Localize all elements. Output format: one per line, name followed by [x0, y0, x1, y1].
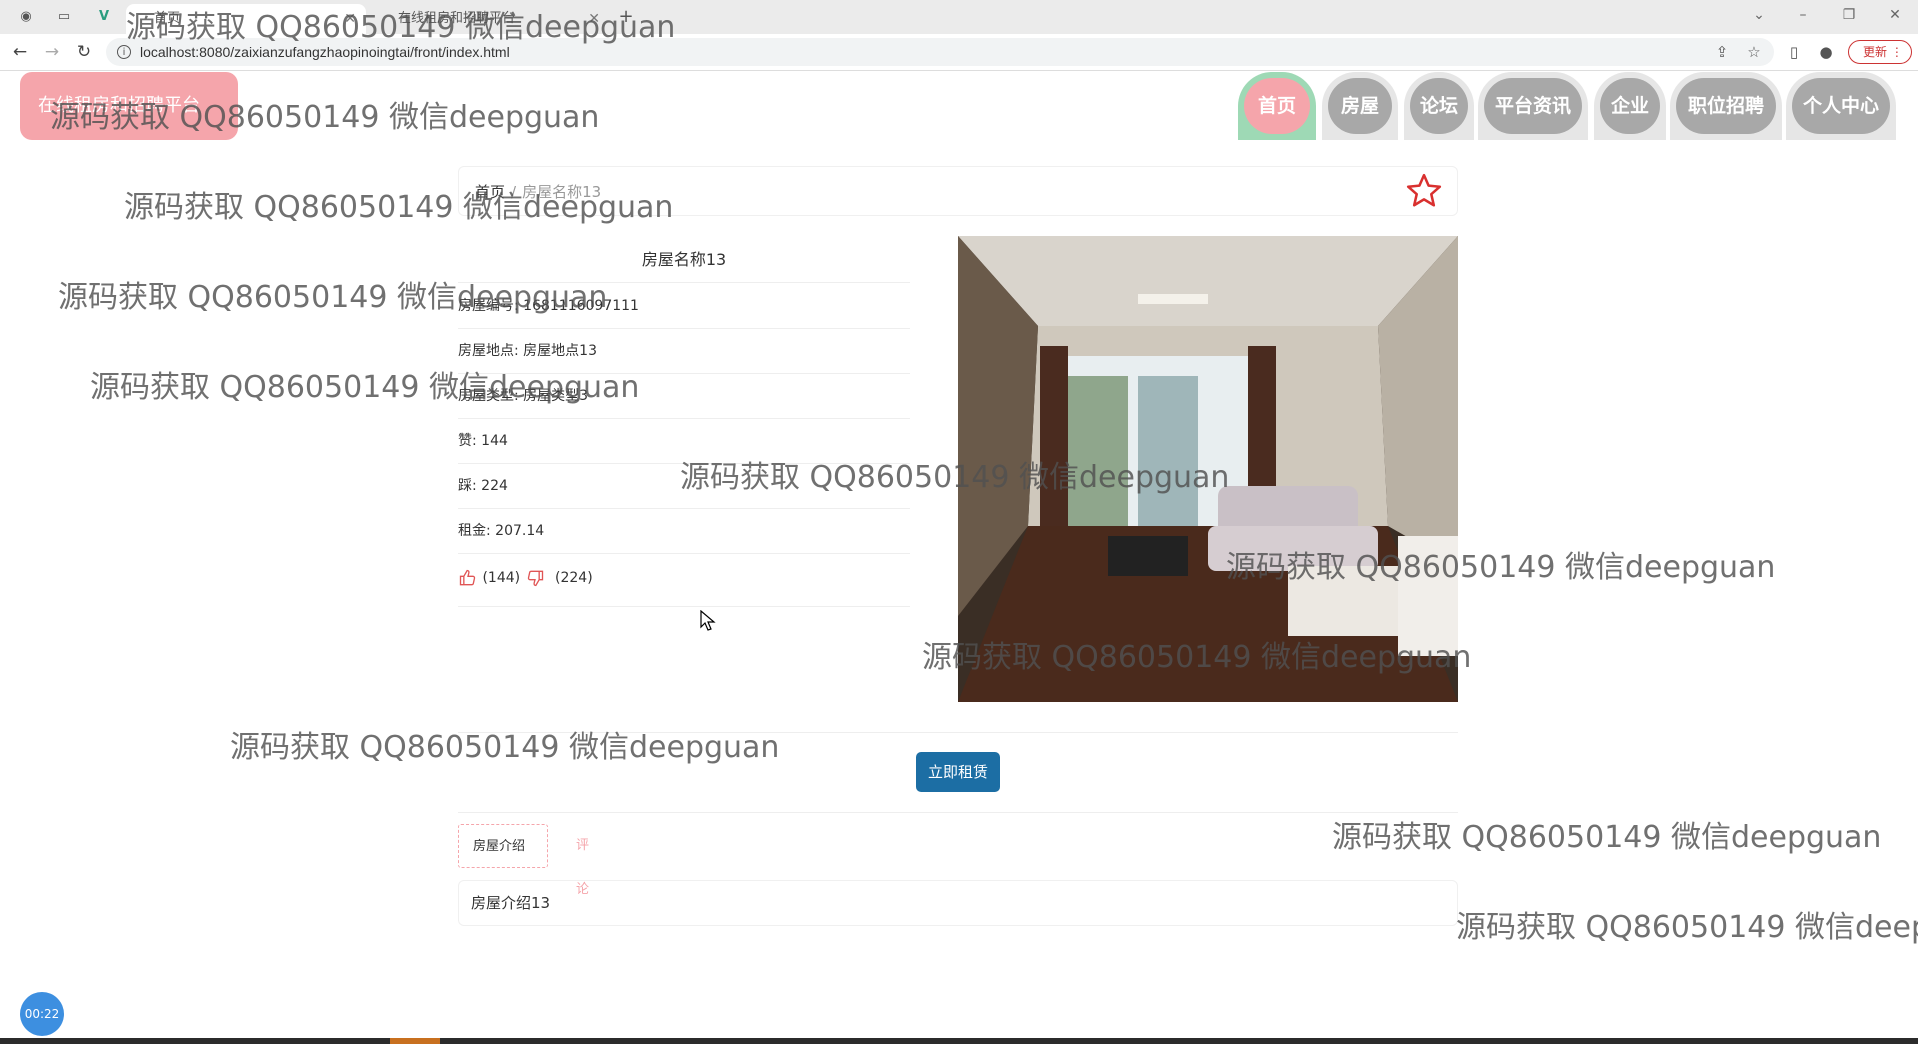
mouse-cursor-icon — [700, 610, 716, 631]
nav-companies[interactable]: 企业 — [1594, 72, 1666, 140]
restore-icon[interactable]: ❐ — [1826, 0, 1872, 30]
watermark: 源码获取 QQ86050149 微信deepguan — [1456, 910, 1918, 945]
house-location: 房屋地点: 房屋地点13 — [458, 329, 910, 374]
profile-icon[interactable]: ● — [1816, 42, 1836, 62]
forward-icon[interactable]: → — [40, 40, 64, 64]
house-photo — [958, 236, 1458, 702]
favorite-star-icon[interactable] — [1405, 172, 1443, 210]
vue-favicon-icon: V — [98, 9, 110, 24]
house-type: 房屋类型: 房屋类型3 — [458, 374, 910, 419]
nav-user-center[interactable]: 个人中心 — [1786, 72, 1896, 140]
site-logo[interactable]: 在线租房和招聘平台 — [20, 72, 238, 140]
tab-search-icon[interactable]: ⌄ — [1736, 0, 1782, 30]
watermark: 源码获取 QQ86050149 微信deepguan — [230, 730, 780, 765]
house-title: 房屋名称13 — [458, 238, 910, 283]
nav-label: 房屋 — [1328, 78, 1392, 134]
tab-label: 首页 — [154, 11, 181, 26]
nav-label: 企业 — [1600, 78, 1660, 134]
logo-text: 在线租房和招聘平台 — [38, 95, 200, 116]
dislike-count: 踩: 224 — [458, 464, 910, 509]
browser-tab-home[interactable]: 首页 ✕ — [126, 4, 366, 34]
breadcrumb-trail: 首页 / 房屋名称13 — [475, 167, 601, 217]
update-label: 更新 — [1863, 45, 1888, 59]
bookmark-star-icon[interactable]: ☆ — [1744, 42, 1764, 62]
dislikes-value: (224) — [555, 570, 593, 586]
url-text: localhost:8080/zaixianzufangzhaopinoingt… — [140, 44, 510, 60]
close-icon[interactable]: ✕ — [344, 4, 356, 34]
nav-news[interactable]: 平台资讯 — [1478, 72, 1588, 140]
site-info-icon[interactable]: i — [117, 45, 131, 59]
nav-label: 论坛 — [1410, 78, 1468, 134]
section-divider — [458, 732, 1458, 733]
nav-home[interactable]: 首页 — [1238, 72, 1316, 140]
tab-label: 在线租房和招聘平台 — [398, 11, 516, 26]
vote-row: (144) (224) — [458, 556, 910, 607]
like-count: 赞: 144 — [458, 419, 910, 464]
nav-forum[interactable]: 论坛 — [1404, 72, 1474, 140]
thumbs-down-icon[interactable] — [525, 568, 545, 588]
browser-tab-platform[interactable]: 在线租房和招聘平台 ✕ — [370, 4, 610, 34]
rent-now-button[interactable]: 立即租赁 — [916, 752, 1000, 792]
new-tab-icon[interactable]: + — [618, 8, 634, 26]
taskbar-accent — [390, 1038, 440, 1044]
section-divider — [458, 812, 1458, 813]
nav-label: 平台资讯 — [1484, 78, 1582, 134]
side-panel-icon[interactable]: ▯ — [1784, 42, 1804, 62]
house-number: 房屋编号: 1681116097111 — [458, 284, 910, 329]
nav-label: 个人中心 — [1792, 78, 1890, 134]
nav-label: 职位招聘 — [1676, 78, 1776, 134]
reload-icon[interactable]: ↻ — [72, 40, 96, 64]
nav-jobs[interactable]: 职位招聘 — [1670, 72, 1782, 140]
thumbs-up-icon[interactable] — [458, 568, 478, 588]
likes-value: (144) — [482, 570, 521, 586]
breadcrumb: 首页 / 房屋名称13 — [458, 166, 1458, 216]
breadcrumb-current: 房屋名称13 — [522, 183, 602, 201]
browser-menu-icon[interactable]: ◉ — [18, 9, 34, 25]
tab-comments[interactable]: 评论 — [562, 824, 603, 897]
breadcrumb-separator: / — [511, 183, 517, 201]
nav-houses[interactable]: 房屋 — [1322, 72, 1398, 140]
back-icon[interactable]: ← — [8, 40, 32, 64]
tab-house-intro[interactable]: 房屋介绍 — [458, 824, 548, 868]
taskbar-strip — [0, 1038, 1918, 1044]
close-icon[interactable]: ✕ — [588, 4, 600, 34]
browser-address-bar: ← → ↻ i localhost:8080/zaixianzufangzhao… — [0, 34, 1918, 71]
url-field[interactable]: i localhost:8080/zaixianzufangzhaopinoin… — [106, 38, 1774, 66]
rent-price: 租金: 207.14 — [458, 509, 910, 554]
minimize-icon[interactable]: – — [1780, 0, 1826, 30]
update-button[interactable]: 更新 ⋮ — [1848, 40, 1912, 64]
breadcrumb-home[interactable]: 首页 — [475, 183, 505, 201]
recording-timer[interactable]: 00:22 — [20, 992, 64, 1036]
window-close-icon[interactable]: ✕ — [1872, 0, 1918, 30]
nav-label: 首页 — [1244, 78, 1310, 134]
house-intro-content: 房屋介绍13 — [458, 880, 1458, 926]
watermark: 源码获取 QQ86050149 微信deepguan — [1332, 820, 1882, 855]
browser-tab-bar: ◉ ▭ V 首页 ✕ 在线租房和招聘平台 ✕ + ⌄ – ❐ ✕ — [0, 0, 1918, 34]
tab-group-icon[interactable]: ▭ — [56, 9, 72, 25]
share-icon[interactable]: ⇪ — [1712, 42, 1732, 62]
